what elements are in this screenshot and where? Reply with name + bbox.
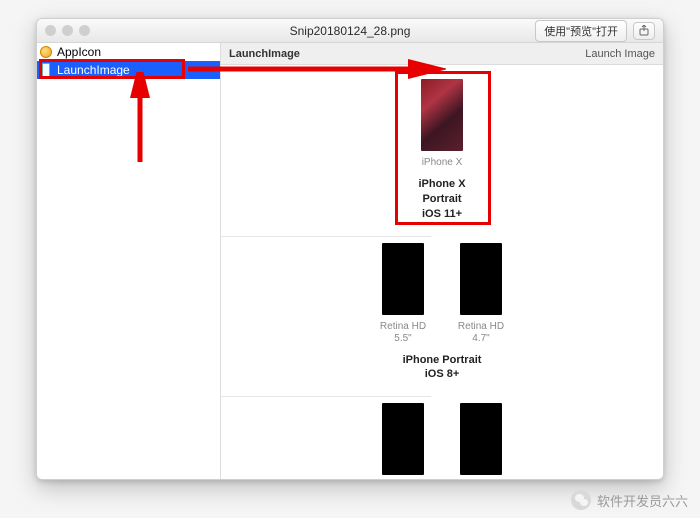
slot-sublabel: iPhone X: [422, 157, 463, 169]
image-slot-canvas: iPhone X iPhone X Portrait iOS 11+ Retin…: [221, 65, 663, 479]
traffic-lights: [45, 25, 90, 36]
share-button[interactable]: [633, 22, 655, 40]
section-title: iPhone Portrait iOS 8+: [403, 353, 482, 383]
launchimage-icon: [42, 63, 50, 77]
slot-retina-hd-55[interactable]: Retina HD 5.5": [375, 243, 431, 345]
close-icon[interactable]: [45, 25, 56, 36]
section-ios7: 2x Retina 4 iPhone Portrait iOS 7+: [221, 403, 663, 479]
section-ios8: Retina HD 5.5" Retina HD 4.7" iPhone Por…: [221, 243, 663, 383]
window-titlebar: Snip20180124_28.png 使用"预览"打开: [37, 19, 663, 43]
section-divider: [221, 396, 431, 397]
asset-detail-panel: LaunchImage Launch Image iPhone X iPhone…: [221, 43, 663, 479]
watermark: 软件开发员六六: [571, 490, 688, 510]
zoom-icon[interactable]: [79, 25, 90, 36]
detail-header: LaunchImage Launch Image: [221, 43, 663, 65]
appicon-icon: [40, 46, 52, 58]
open-with-preview-button[interactable]: 使用"预览"打开: [535, 20, 627, 42]
slot-2x[interactable]: 2x: [375, 403, 431, 479]
slot-image-empty: [382, 403, 424, 475]
slot-image-empty: [460, 243, 502, 315]
sidebar-item-label: AppIcon: [57, 45, 101, 59]
slot-retina-hd-47[interactable]: Retina HD 4.7": [453, 243, 509, 345]
sidebar-item-appicon[interactable]: AppIcon: [37, 43, 220, 61]
slot-sublabel: Retina HD 5.5": [375, 321, 431, 345]
slot-image-empty: [460, 403, 502, 475]
wechat-icon: [571, 490, 591, 510]
detail-subtitle: Launch Image: [585, 48, 655, 60]
preview-window: Snip20180124_28.png 使用"预览"打开 AppIcon Lau…: [36, 18, 664, 480]
detail-title: LaunchImage: [229, 48, 300, 60]
sidebar-item-label: LaunchImage: [57, 63, 130, 77]
slot-image-filled: [421, 79, 463, 151]
slot-image-empty: [382, 243, 424, 315]
asset-sidebar: AppIcon LaunchImage: [37, 43, 221, 479]
section-iphone-x: iPhone X iPhone X Portrait iOS 11+: [221, 79, 663, 222]
share-icon: [639, 25, 649, 36]
sidebar-item-launchimage[interactable]: LaunchImage: [37, 61, 220, 79]
window-title: Snip20180124_28.png: [290, 24, 411, 38]
slot-sublabel: Retina HD 4.7": [453, 321, 509, 345]
watermark-text: 软件开发员六六: [597, 491, 688, 510]
minimize-icon[interactable]: [62, 25, 73, 36]
slot-retina-4[interactable]: Retina 4: [453, 403, 509, 479]
slot-iphone-x[interactable]: iPhone X: [414, 79, 470, 169]
section-divider: [221, 236, 431, 237]
section-title: iPhone X Portrait iOS 11+: [418, 177, 465, 222]
